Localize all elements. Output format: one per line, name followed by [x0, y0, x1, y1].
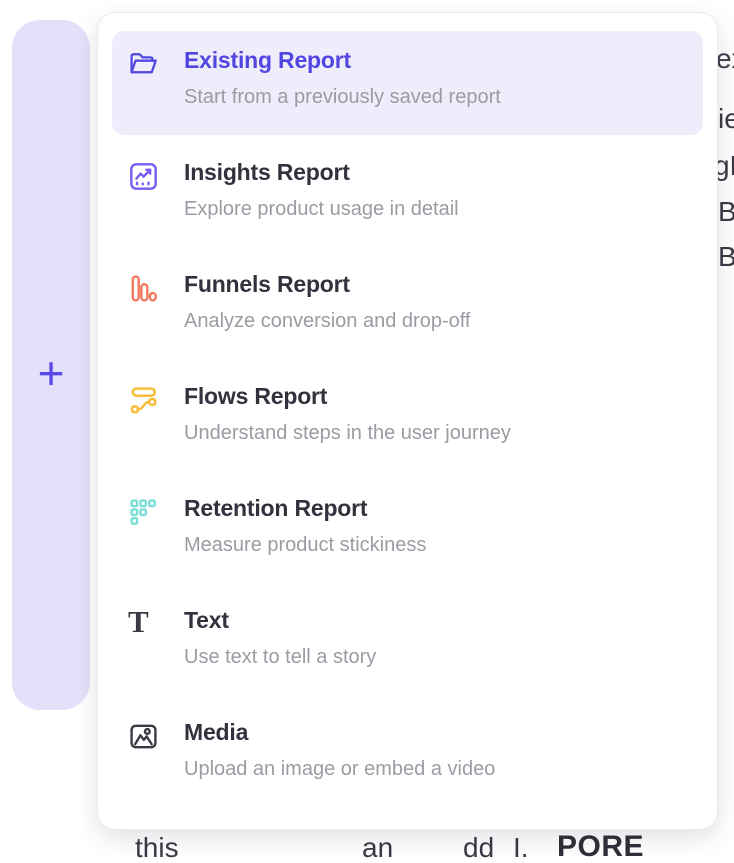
menu-item-label: Flows Report — [184, 383, 511, 411]
retention-grid-icon — [128, 494, 160, 528]
menu-item-description: Upload an image or embed a video — [184, 757, 495, 781]
menu-item-label: Funnels Report — [184, 271, 470, 299]
add-to-board-menu: Existing Report Start from a previously … — [97, 12, 718, 830]
background-text-fragment: ie — [718, 105, 734, 133]
menu-item-insights-report[interactable]: Insights Report Explore product usage in… — [112, 143, 703, 247]
menu-item-label: Text — [184, 607, 376, 635]
menu-item-text[interactable]: T Text Use text to tell a story — [112, 591, 703, 695]
add-content-button[interactable]: + — [12, 350, 90, 396]
menu-item-funnels-report[interactable]: Funnels Report Analyze conversion and dr… — [112, 255, 703, 359]
menu-item-description: Use text to tell a story — [184, 645, 376, 669]
menu-item-label: Retention Report — [184, 495, 426, 523]
background-text-fragment: dd — [463, 834, 494, 862]
menu-item-description: Start from a previously saved report — [184, 85, 501, 109]
menu-item-description: Measure product stickiness — [184, 533, 426, 557]
insights-chart-icon — [128, 158, 160, 192]
folder-open-icon — [128, 46, 160, 80]
background-text-fragment: B — [718, 198, 734, 226]
menu-item-existing-report[interactable]: Existing Report Start from a previously … — [112, 31, 703, 135]
menu-item-description: Explore product usage in detail — [184, 197, 459, 221]
background-text-fragment: this — [135, 834, 179, 862]
menu-item-flows-report[interactable]: Flows Report Understand steps in the use… — [112, 367, 703, 471]
menu-item-description: Understand steps in the user journey — [184, 421, 511, 445]
background-text-fragment: an — [362, 834, 393, 862]
board-side-rail: + — [12, 20, 90, 710]
background-text-fragment: I. — [513, 834, 529, 862]
menu-item-media[interactable]: Media Upload an image or embed a video — [112, 703, 703, 807]
media-image-icon — [128, 718, 160, 752]
background-text-fragment: ex — [716, 45, 734, 73]
flows-icon — [128, 382, 160, 416]
plus-icon: + — [38, 347, 65, 399]
text-icon: T — [128, 606, 160, 637]
menu-item-description: Analyze conversion and drop-off — [184, 309, 470, 333]
background-text-fragment: PORE — [557, 832, 644, 862]
menu-item-label: Media — [184, 719, 495, 747]
funnel-bars-icon — [128, 270, 160, 304]
menu-item-label: Insights Report — [184, 159, 459, 187]
menu-item-label: Existing Report — [184, 47, 501, 75]
background-text-fragment: B — [718, 243, 734, 271]
menu-item-retention-report[interactable]: Retention Report Measure product stickin… — [112, 479, 703, 583]
